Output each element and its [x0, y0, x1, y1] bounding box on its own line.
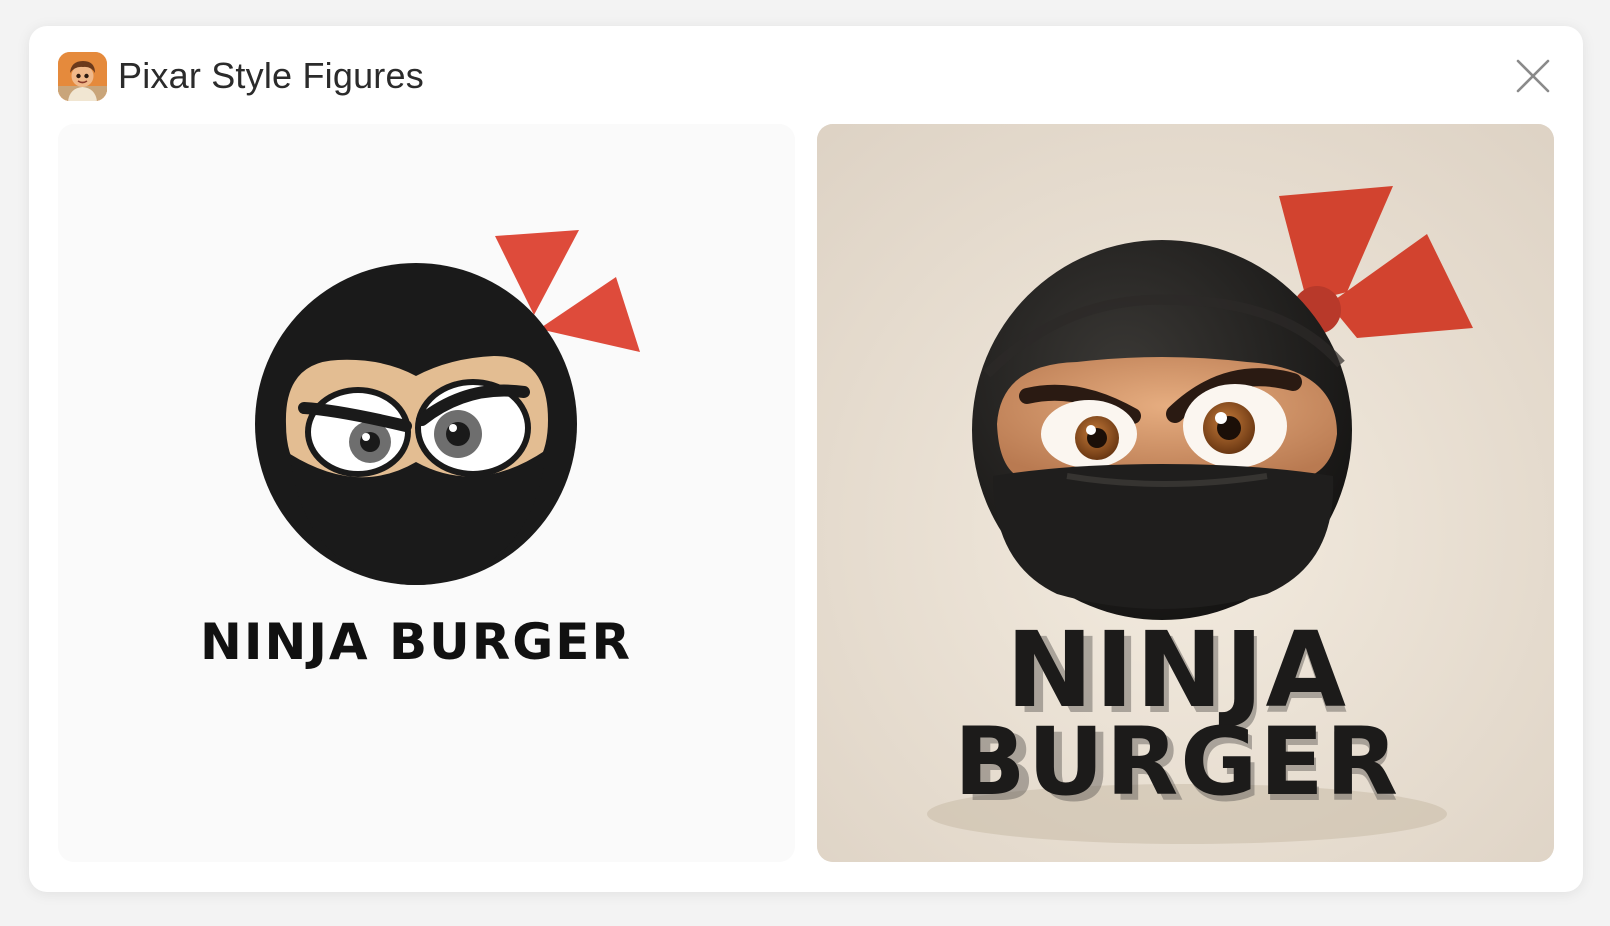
ninja-burger-3d-logo: NINJA NINJA BURGER BURGER: [817, 124, 1554, 862]
original-image[interactable]: NINJA BURGER: [58, 124, 795, 862]
close-icon: [1516, 59, 1550, 93]
dialog: Pixar Style Figures NINJA BURGER NINJA N…: [29, 26, 1583, 892]
pixar-avatar-icon: [58, 51, 107, 101]
dialog-header: Pixar Style Figures: [58, 50, 424, 102]
close-button[interactable]: [1513, 56, 1553, 96]
ninja-burger-flat-logo: NINJA BURGER: [58, 124, 795, 862]
logo-text: NINJA BURGER: [200, 613, 632, 671]
generated-image[interactable]: NINJA NINJA BURGER BURGER: [817, 124, 1554, 862]
dialog-title: Pixar Style Figures: [118, 55, 424, 96]
logo-text-line2: BURGER: [954, 708, 1400, 817]
